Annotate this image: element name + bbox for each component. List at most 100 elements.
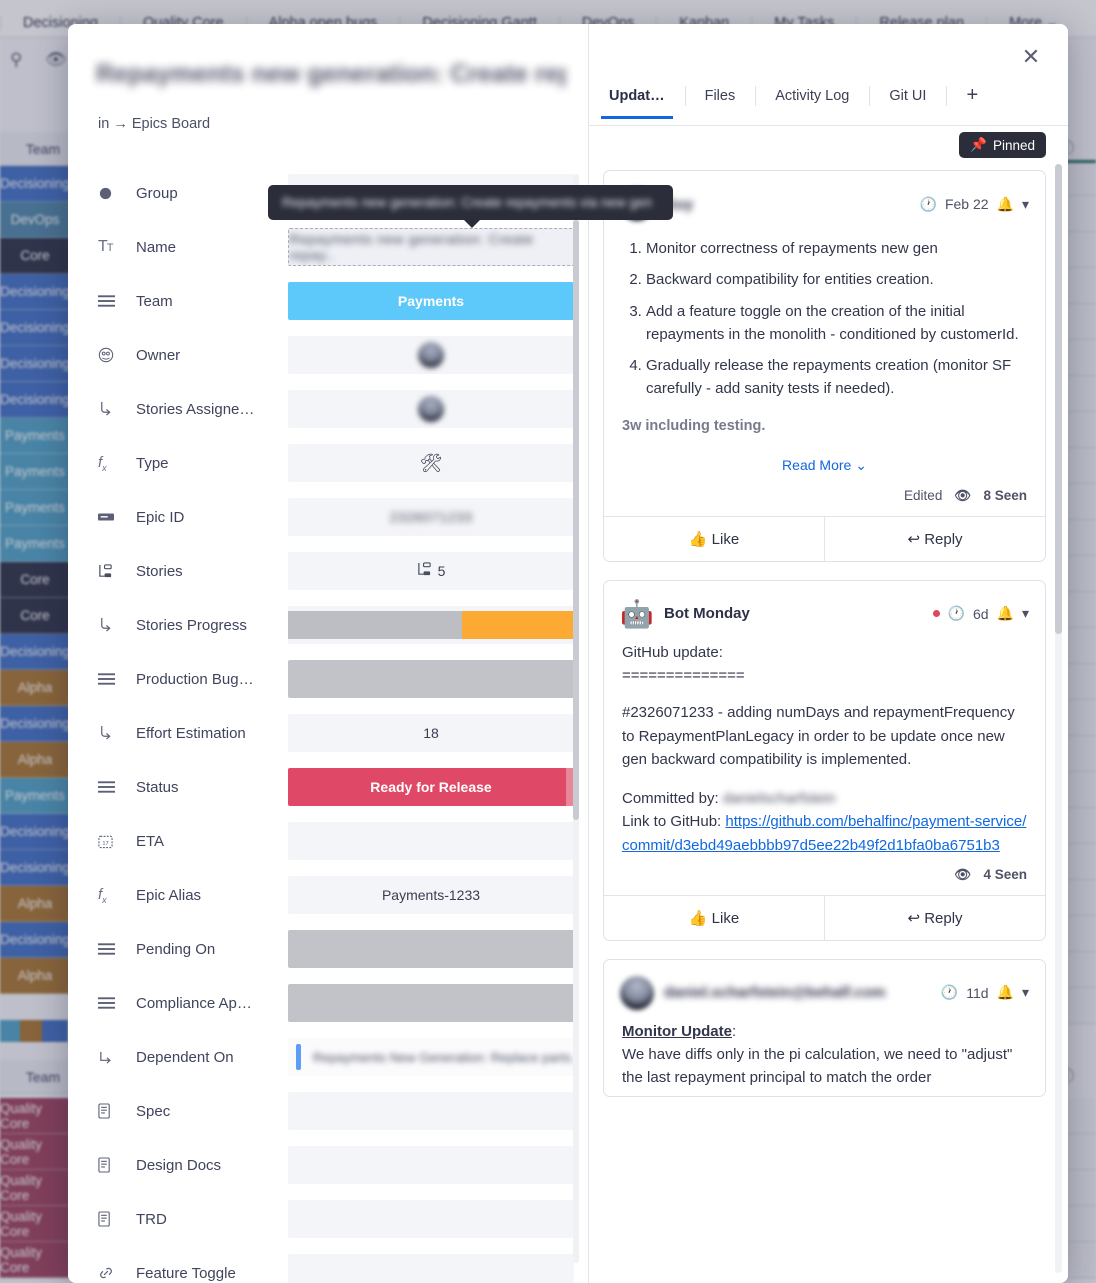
thumbs-up-icon: 👍 <box>688 530 708 548</box>
field-label: Compliance Ap… <box>136 994 252 1012</box>
list-icon <box>98 672 136 686</box>
field-value[interactable] <box>288 390 574 428</box>
update-meta: 🕐 Feb 22 🔔 ▾ <box>920 196 1030 213</box>
field-list: Group TT Name Repayments new generation: Cr… <box>68 166 574 1283</box>
field-value[interactable] <box>288 984 574 1022</box>
like-label: Like <box>711 909 740 927</box>
eye-icon: 👁 <box>954 866 972 882</box>
link-label: Link to GitHub: <box>622 813 722 831</box>
updates-feed[interactable]: Guy 🕐 Feb 22 🔔 ▾ Monitor correctness of … <box>589 154 1068 1283</box>
field-value[interactable] <box>288 822 574 860</box>
bell-icon[interactable]: 🔔 <box>997 984 1014 1001</box>
field-value[interactable]: 18 <box>288 714 574 752</box>
bell-icon[interactable]: 🔔 <box>997 196 1014 213</box>
field-value[interactable]: Payments <box>288 282 574 320</box>
pinned-badge-label: Pinned <box>992 137 1035 153</box>
reply-label: Reply <box>924 909 963 927</box>
field-value[interactable] <box>288 1092 574 1130</box>
chevron-down-icon: ⌄ <box>855 456 867 473</box>
field-value[interactable] <box>288 930 574 968</box>
add-tab-button[interactable]: + <box>946 84 998 121</box>
mirror-icon <box>98 725 136 741</box>
list-icon <box>98 780 136 794</box>
field-value[interactable]: Repayments new generation: Create repay.… <box>288 228 574 266</box>
update-body: GitHub update: ============== #232607123… <box>604 635 1045 863</box>
panel-tab[interactable]: Files <box>684 84 756 118</box>
update-card-header: daniel.scharfstein@behalf.com 🕐 11d 🔔 ▾ <box>604 960 1045 1014</box>
panel-tab[interactable]: Activity Log <box>755 84 869 118</box>
field-value[interactable] <box>288 336 574 374</box>
update-heading-row: Monitor Update: <box>622 1020 1027 1043</box>
field-row: Owner <box>68 328 574 382</box>
modal-left-column: Repayments new generation: Create repa..… <box>68 24 673 1283</box>
update-list: Monitor correctness of repayments new ge… <box>622 237 1027 401</box>
calendar-icon: 17 <box>98 834 136 849</box>
field-label: Dependent On <box>136 1048 234 1066</box>
field-value-dependency[interactable]: Repayments New Generation: Replace parts… <box>288 1038 574 1076</box>
field-row: Status Ready for Release <box>68 760 574 814</box>
update-note: 3w including testing. <box>622 417 766 434</box>
field-label: Effort Estimation <box>136 724 246 742</box>
field-value[interactable] <box>288 660 574 698</box>
bell-icon[interactable]: 🔔 <box>997 605 1014 622</box>
subitems-icon <box>98 563 136 579</box>
reply-button[interactable]: ↩ Reply <box>824 516 1045 561</box>
link-icon <box>98 1265 136 1281</box>
field-row: Compliance Ap… <box>68 976 574 1030</box>
subitems-icon <box>417 562 432 580</box>
chevron-down-icon[interactable]: ▾ <box>1022 984 1029 1001</box>
field-row: Production Bug… <box>68 652 574 706</box>
like-label: Like <box>711 530 740 548</box>
field-value-progress[interactable] <box>288 606 574 644</box>
stories-count: 5 <box>437 563 446 579</box>
update-actions: 👍 Like ↩ Reply <box>604 894 1045 940</box>
update-heading-suffix: : <box>732 1022 737 1040</box>
field-value[interactable]: 🛠 <box>288 444 574 482</box>
close-icon[interactable]: ✕ <box>1016 42 1046 72</box>
progress-segment-done <box>288 611 463 639</box>
field-value[interactable]: 5 <box>288 552 574 590</box>
reply-arrow-icon: ↩ <box>907 530 921 548</box>
update-time: Feb 22 <box>944 196 989 212</box>
field-value[interactable] <box>288 1146 574 1184</box>
field-value[interactable] <box>288 1200 574 1238</box>
panel-tab-bar[interactable]: Updat… Files Activity Log Git UI + <box>589 84 1068 126</box>
formula-icon: fx <box>98 453 107 473</box>
update-meta: 🕐 6d 🔔 ▾ <box>932 605 1029 622</box>
left-scrollbar-thumb[interactable] <box>573 220 579 820</box>
field-value[interactable]: Ready for Release <box>288 768 574 806</box>
doc-icon <box>98 1103 136 1119</box>
field-label: Pending On <box>136 940 216 958</box>
field-label: Production Bug… <box>136 670 254 688</box>
field-value[interactable] <box>288 1254 574 1283</box>
avatar <box>418 342 444 368</box>
like-button[interactable]: 👍 Like <box>604 896 824 940</box>
mirror-icon <box>98 401 136 417</box>
type-glyph: 🛠 <box>419 452 443 473</box>
field-row: Design Docs <box>68 1138 574 1192</box>
edited-label: Edited <box>904 488 943 504</box>
right-scrollbar-thumb[interactable] <box>1055 164 1062 634</box>
field-row: Stories Progress <box>68 598 574 652</box>
panel-tab[interactable]: Git UI <box>869 84 946 118</box>
field-value[interactable]: 2326071233 <box>288 498 574 536</box>
person-icon <box>98 347 136 363</box>
field-row: Effort Estimation 18 <box>68 706 574 760</box>
committed-by-row: Committed by: danielscharfstein <box>622 787 1027 810</box>
divider-line: ============== <box>622 667 745 685</box>
chevron-down-icon[interactable]: ▾ <box>1022 196 1029 213</box>
panel-tab[interactable]: Updat… <box>589 84 685 119</box>
field-label: Feature Toggle <box>136 1264 236 1282</box>
field-label: Owner <box>136 346 181 364</box>
list-icon <box>98 294 136 308</box>
breadcrumb[interactable]: in → Epics Board <box>98 116 210 132</box>
chevron-down-icon[interactable]: ▾ <box>1022 605 1029 622</box>
read-more-button[interactable]: Read More ⌄ <box>604 453 1045 484</box>
list-icon <box>98 996 136 1010</box>
update-body: Monitor correctness of repayments new ge… <box>604 225 1045 453</box>
field-value[interactable]: Payments-1233 <box>288 876 574 914</box>
like-button[interactable]: 👍 Like <box>604 517 824 561</box>
id-icon <box>98 512 136 522</box>
reply-button[interactable]: ↩ Reply <box>824 895 1045 940</box>
field-label: Spec <box>136 1102 171 1120</box>
